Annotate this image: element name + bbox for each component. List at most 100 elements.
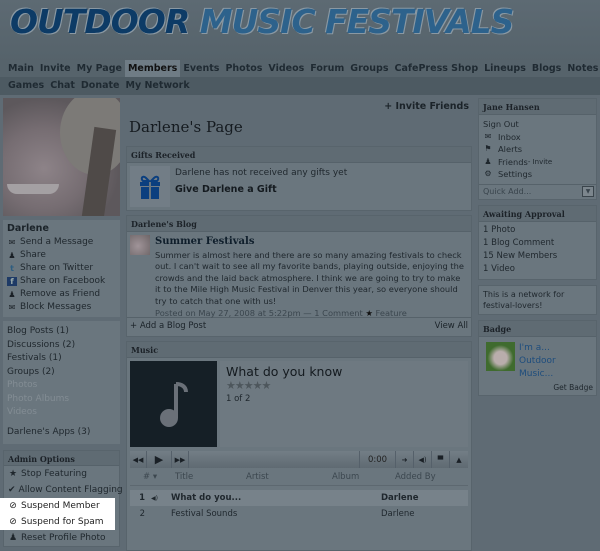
block-messages-link[interactable]: ✉ Block Messages — [7, 301, 116, 314]
groups-link[interactable]: Groups (2) — [7, 366, 116, 380]
nav-blogs[interactable]: Blogs — [529, 60, 564, 77]
blog-post-meta: Posted on May 27, 2008 at 5:22pm — 1 Com… — [155, 308, 363, 319]
shuffle-icon[interactable]: ➜ — [396, 451, 414, 468]
col-added-by[interactable]: Added By — [395, 472, 436, 482]
sign-out-link[interactable]: Sign Out — [479, 118, 596, 131]
nav-donate[interactable]: Donate — [78, 77, 123, 95]
approval-members-link[interactable]: 15 New Members — [479, 250, 596, 263]
progress-bar[interactable] — [189, 451, 360, 468]
nav-my-page[interactable]: My Page — [74, 60, 125, 77]
friends-icon: ♟ — [484, 156, 492, 166]
facebook-icon: f — [7, 277, 17, 286]
nav-chat[interactable]: Chat — [47, 77, 78, 95]
approval-title: Awaiting Approval — [479, 205, 596, 222]
discussions-link[interactable]: Discussions (2) — [7, 339, 116, 353]
gifts-panel: Gifts Received Darlene has not received … — [126, 146, 472, 211]
col-artist[interactable]: Artist — [246, 472, 332, 482]
nav-events[interactable]: Events — [180, 60, 222, 77]
nav-members[interactable]: Members — [124, 60, 181, 77]
nav-games[interactable]: Games — [5, 77, 47, 95]
col-title[interactable]: Title — [160, 472, 246, 482]
share-link[interactable]: ♟ Share — [7, 249, 116, 262]
feature-link[interactable]: Feature — [376, 308, 407, 318]
playlist-row[interactable]: 1 ◀) What do you... Darlene — [130, 490, 468, 506]
remove-friend-link[interactable]: ♟ Remove as Friend — [7, 288, 116, 301]
gift-icon — [130, 166, 170, 207]
author-avatar[interactable] — [130, 235, 150, 255]
admin-options-panel: Admin Options ★ Stop Featuring ✔ Allow Con… — [0, 450, 123, 547]
playlist-row[interactable]: 2 Festival Sounds Darlene — [130, 506, 468, 522]
nav-main[interactable]: Main — [5, 60, 37, 77]
page-title: Darlene's Page — [129, 118, 243, 136]
stop-featuring-link[interactable]: ★ Stop Featuring — [4, 466, 119, 482]
collapse-icon[interactable]: ▲ — [450, 451, 468, 468]
chevron-down-icon[interactable]: ▼ — [582, 186, 594, 197]
allow-flagging-link[interactable]: ✔ Allow Content Flagging — [4, 482, 123, 498]
reset-photo-link[interactable]: ♟ Reset Profile Photo — [4, 530, 119, 546]
nav-photos[interactable]: Photos — [222, 60, 265, 77]
site-logo[interactable]: OUTDOOR MUSIC FESTIVALS — [10, 2, 514, 42]
nav-groups[interactable]: Groups — [347, 60, 391, 77]
nav-lineups[interactable]: Lineups — [481, 60, 529, 77]
nav-invite[interactable]: Invite — [37, 60, 74, 77]
suspend-spam-link[interactable]: ⊘ Suspend for Spam — [0, 514, 115, 530]
music-panel: Music What do you know ★★★★★ 1 of 2 ◀◀ ▶… — [126, 341, 472, 551]
badge-widget[interactable]: I'm a... Outdoor Music... — [479, 337, 596, 381]
check-icon: ✔ — [8, 485, 16, 495]
suspend-member-link[interactable]: ⊘ Suspend Member — [0, 498, 115, 514]
volume-icon[interactable]: ◀) — [414, 451, 432, 468]
share-facebook-link[interactable]: f Share on Facebook — [7, 275, 116, 288]
share-icon: ♟ — [8, 251, 16, 260]
fast-forward-button[interactable]: ▶▶ — [172, 451, 189, 468]
photo-smile — [7, 184, 59, 194]
badge-avatar — [486, 341, 515, 371]
approval-photo-link[interactable]: 1 Photo — [479, 224, 596, 237]
right-sidebar: Jane Hansen Sign Out ✉ Inbox ⚑ Alerts ♟ Fri… — [478, 98, 597, 401]
col-number[interactable]: # ▾ — [133, 472, 160, 482]
track-position: 1 of 2 — [226, 394, 251, 404]
play-button[interactable]: ▶ — [147, 451, 172, 468]
nav-cafepress-shop[interactable]: CafePress Shop — [392, 60, 482, 77]
approval-panel: Awaiting Approval 1 Photo 1 Blog Comment… — [478, 204, 597, 280]
settings-link[interactable]: ⚙ Settings — [479, 168, 596, 181]
blog-posts-link[interactable]: Blog Posts (1) — [7, 325, 116, 339]
col-album[interactable]: Album — [332, 472, 395, 482]
profile-photo[interactable] — [3, 98, 120, 216]
send-message-link[interactable]: ✉ Send a Message — [7, 236, 116, 249]
nav-my-network[interactable]: My Network — [122, 77, 192, 95]
nav-notes[interactable]: Notes — [564, 60, 600, 77]
rating-stars[interactable]: ★★★★★ — [226, 379, 462, 392]
share-twitter-link[interactable]: t Share on Twitter — [7, 262, 116, 275]
remove-friend-icon: ♟ — [8, 290, 16, 299]
left-sidebar: Darlene ✉ Send a Message ♟ Share t Share on… — [0, 98, 123, 547]
photo-albums-link: Photo Albums — [7, 393, 70, 404]
gifts-title: Gifts Received — [127, 147, 471, 163]
profile-counts: Blog Posts (1) Discussions (2) Festivals… — [3, 321, 120, 444]
get-badge-link[interactable]: Get Badge — [479, 381, 596, 395]
apps-link[interactable]: Darlene's Apps (3) — [7, 426, 116, 440]
blog-post-title[interactable]: Summer Festivals — [155, 236, 468, 247]
approval-comment-link[interactable]: 1 Blog Comment — [479, 237, 596, 250]
invite-link[interactable]: - Invite — [528, 156, 552, 169]
nav-videos[interactable]: Videos — [265, 60, 307, 77]
album-cover — [130, 361, 217, 447]
badge-panel: Badge I'm a... Outdoor Music... Get Badg… — [478, 319, 597, 396]
approval-video-link[interactable]: 1 Video — [479, 263, 596, 276]
friends-link[interactable]: ♟ Friends - Invite — [479, 156, 596, 169]
view-all-link[interactable]: View All — [435, 321, 468, 331]
inbox-link[interactable]: ✉ Inbox — [479, 131, 596, 144]
give-gift-link[interactable]: Give Darlene a Gift — [175, 184, 347, 195]
track-title: What do you know — [226, 364, 343, 379]
festivals-link[interactable]: Festivals (1) — [7, 352, 116, 366]
alerts-link[interactable]: ⚑ Alerts — [479, 143, 596, 156]
profile-actions: Darlene ✉ Send a Message ♟ Share t Share on… — [3, 220, 120, 317]
add-blog-post-link[interactable]: + Add a Blog Post — [130, 321, 206, 331]
admin-options-title: Admin Options — [4, 451, 119, 466]
invite-friends-link[interactable]: + Invite Friends — [384, 101, 469, 112]
profile-name: Darlene — [7, 223, 49, 234]
quick-add-select[interactable]: Quick Add... ▼ — [479, 183, 596, 199]
nav-forum[interactable]: Forum — [307, 60, 347, 77]
block-messages-icon: ✉ — [8, 303, 16, 312]
rewind-button[interactable]: ◀◀ — [130, 451, 147, 468]
popout-icon[interactable]: ▀ — [432, 451, 450, 468]
